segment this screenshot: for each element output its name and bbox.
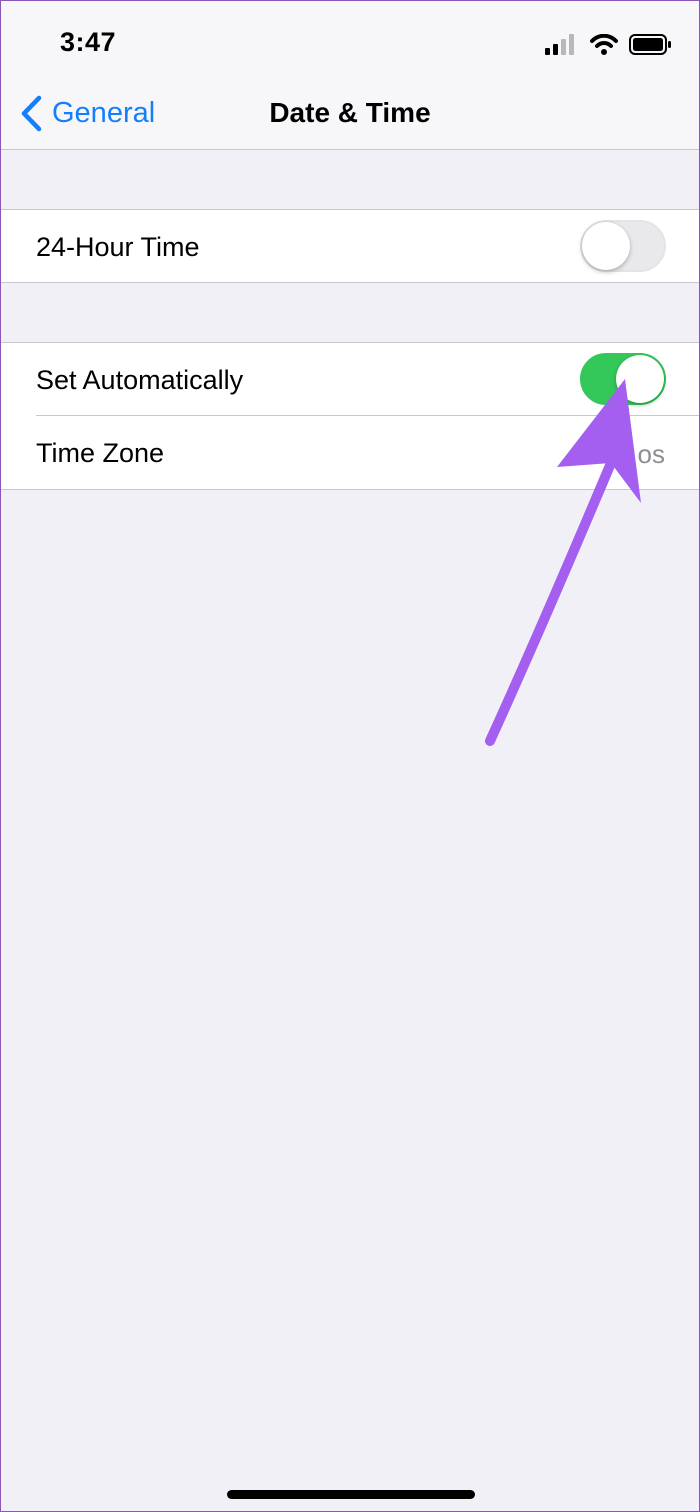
hour-24-label: 24-Hour Time xyxy=(36,232,200,262)
time-zone-value: os xyxy=(637,439,665,469)
wifi-icon xyxy=(590,33,618,55)
page-title: Date & Time xyxy=(269,97,431,128)
date-time-settings-screen: 3:47 General Date & Time 24-Hour Time Se… xyxy=(0,0,700,1512)
hour-24-toggle[interactable] xyxy=(580,220,666,272)
navigation-bar: General Date & Time xyxy=(1,78,699,150)
signal-icon xyxy=(545,33,574,55)
set-automatically-toggle-knob xyxy=(616,355,664,403)
set-automatically-label: Set Automatically xyxy=(36,365,244,395)
set-automatically-toggle[interactable] xyxy=(580,353,666,405)
hour-24-toggle-knob xyxy=(582,222,630,270)
battery-icon xyxy=(629,33,671,55)
time-zone-label: Time Zone xyxy=(36,438,165,468)
set-automatically-row: Set Automatically xyxy=(1,343,699,416)
status-time: 3:47 xyxy=(60,27,117,57)
time-zone-row[interactable]: Time Zone os xyxy=(1,416,699,489)
top-area: 3:47 General Date & Time xyxy=(1,1,699,150)
status-icons xyxy=(545,32,671,56)
automatic-time-group: Set Automatically Time Zone os xyxy=(1,342,699,490)
hour-24-row: 24-Hour Time xyxy=(1,210,699,283)
home-indicator xyxy=(227,1490,475,1499)
time-format-group: 24-Hour Time xyxy=(1,209,699,283)
